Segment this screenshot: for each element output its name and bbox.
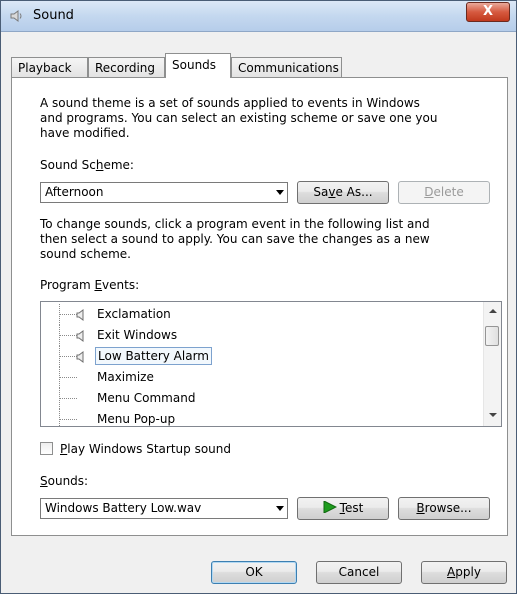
sound-scheme-select[interactable]: Afternoon	[40, 182, 288, 203]
title-bar[interactable]: Sound X	[1, 1, 516, 32]
tab-communications[interactable]: Communications	[231, 57, 342, 77]
cancel-button[interactable]: Cancel	[316, 561, 402, 584]
apply-button[interactable]: Apply	[421, 561, 507, 584]
tab-sounds[interactable]: Sounds	[165, 53, 231, 78]
chevron-down-icon	[276, 190, 284, 195]
speaker-icon	[10, 10, 22, 22]
speaker-icon	[76, 351, 84, 363]
tab-recording[interactable]: Recording	[88, 57, 165, 77]
browse-button[interactable]: Browse...	[398, 497, 490, 520]
scheme-label: Sound Scheme:	[40, 158, 134, 172]
sound-file-select[interactable]: Windows Battery Low.wav	[40, 498, 288, 519]
speaker-icon	[76, 309, 84, 321]
startup-sound-checkbox[interactable]	[40, 442, 53, 455]
chevron-down-icon	[276, 506, 284, 511]
tab-strip: Playback Recording Sounds Communications	[11, 53, 508, 78]
test-button[interactable]: Test	[297, 497, 389, 520]
scroll-thumb[interactable]	[485, 326, 499, 346]
list-item[interactable]: Exit Windows	[41, 325, 481, 346]
program-events-list[interactable]: Exclamation Exit Windows Low Battery Ala…	[40, 301, 502, 427]
list-item[interactable]: Exclamation	[41, 304, 481, 325]
close-button[interactable]: X	[466, 2, 510, 22]
change-sounds-text: To change sounds, click a program event …	[40, 217, 430, 261]
save-as-button[interactable]: Save As...	[297, 181, 389, 204]
list-item[interactable]: Menu Pop-up	[41, 409, 481, 426]
play-icon	[323, 500, 337, 514]
intro-text: A sound theme is a set of sounds applied…	[40, 96, 438, 140]
events-scrollbar[interactable]	[483, 302, 501, 426]
speaker-icon	[76, 330, 84, 342]
list-item-selected[interactable]: Low Battery Alarm	[41, 346, 481, 367]
tab-playback[interactable]: Playback	[11, 57, 88, 77]
sound-file-value: Windows Battery Low.wav	[45, 501, 202, 515]
list-item[interactable]: Menu Command	[41, 388, 481, 409]
sounds-label: Sounds:	[40, 474, 89, 488]
sounds-panel: A sound theme is a set of sounds applied…	[11, 77, 508, 536]
sound-scheme-value: Afternoon	[45, 185, 104, 199]
scroll-down-icon[interactable]	[489, 413, 497, 417]
delete-button[interactable]: Delete	[398, 181, 490, 204]
sound-dialog: Sound X Playback Recording Sounds Commun…	[0, 0, 517, 594]
program-events-label: Program Events:	[40, 278, 140, 292]
window-title: Sound	[33, 8, 74, 23]
scroll-up-icon[interactable]	[489, 309, 497, 313]
close-icon: X	[482, 4, 494, 19]
ok-button[interactable]: OK	[211, 561, 297, 584]
list-item[interactable]: Maximize	[41, 367, 481, 388]
startup-sound-label[interactable]: Play Windows Startup sound	[60, 442, 231, 457]
